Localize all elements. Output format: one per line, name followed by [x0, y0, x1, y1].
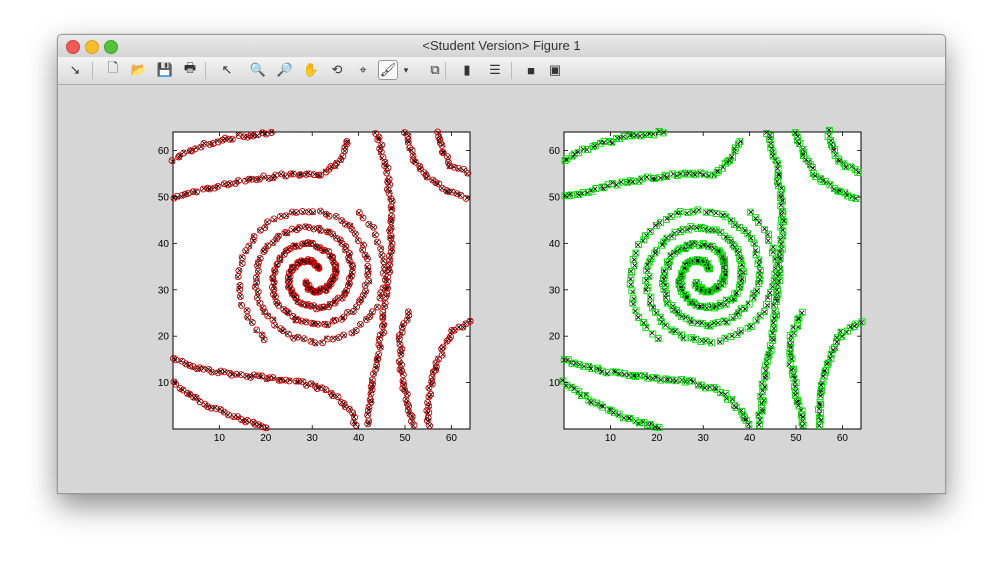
- y-tick-label: 30: [549, 285, 561, 296]
- brush-icon[interactable]: 🖌: [378, 60, 398, 80]
- save-icon[interactable]: 💾: [156, 61, 174, 79]
- minimize-window-icon[interactable]: [85, 40, 99, 54]
- y-tick-label: 60: [549, 146, 561, 157]
- toolbar-separator: [205, 62, 206, 79]
- x-tick-label: 10: [214, 433, 226, 444]
- axes-2: 10 20 30 40 50 60 10 20 30 40 50 60: [549, 126, 866, 444]
- zoom-in-icon[interactable]: 🔍: [249, 61, 267, 79]
- figure-toolbar: ↘ 🗋 📂 💾 🖶 ↖ 🔍 🔎 ✋ ⟲ ⌖ 🖌 ▾ ⧉ ▮ ☰ ■ ▣: [58, 57, 945, 85]
- x-tick-label: 50: [790, 433, 802, 444]
- x-tick-label: 60: [837, 433, 849, 444]
- x-tick-label: 60: [446, 433, 458, 444]
- new-figure-icon[interactable]: 🗋: [104, 60, 122, 79]
- y-tick-label: 10: [158, 378, 170, 389]
- y-tick-label: 50: [549, 192, 561, 203]
- toolbar-separator: [92, 62, 93, 79]
- brush-dropdown-icon[interactable]: ▾: [402, 61, 410, 79]
- zoom-window-icon[interactable]: [104, 40, 118, 54]
- close-window-icon[interactable]: [66, 40, 80, 54]
- x-tick-label: 10: [605, 433, 617, 444]
- x-tick-label: 30: [698, 433, 710, 444]
- x-tick-label: 20: [651, 433, 663, 444]
- y-tick-label: 40: [158, 239, 170, 250]
- pan-hand-icon[interactable]: ✋: [302, 61, 320, 79]
- dock-arrow-icon[interactable]: ↘: [66, 61, 84, 79]
- print-icon[interactable]: 🖶: [181, 60, 199, 79]
- y-tick-label: 40: [549, 239, 561, 250]
- figure-canvas: 10 20 30 40 50 60 10 20 30 40 50 60 10 20 30 40 50 60 10 20…: [58, 85, 945, 493]
- y-tick-label: 20: [158, 332, 170, 343]
- toolbar-separator: [445, 62, 446, 79]
- zoom-out-icon[interactable]: 🔎: [276, 61, 294, 79]
- x-tick-label: 20: [260, 433, 272, 444]
- open-file-icon[interactable]: 📂: [130, 61, 148, 79]
- y-tick-label: 60: [158, 146, 170, 157]
- link-plot-icon[interactable]: ⧉: [426, 61, 444, 79]
- x-tick-label: 30: [307, 433, 319, 444]
- hide-plot-tools-icon[interactable]: ■: [522, 61, 540, 79]
- window-title: <Student Version> Figure 1: [422, 38, 581, 53]
- colorbar-icon[interactable]: ▮: [458, 61, 476, 79]
- y-tick-label: 50: [158, 192, 170, 203]
- show-plot-tools-icon[interactable]: ▣: [546, 61, 564, 79]
- y-tick-label: 20: [549, 332, 561, 343]
- x-tick-label: 40: [353, 433, 365, 444]
- rotate-3d-icon[interactable]: ⟲: [328, 61, 346, 79]
- toolbar-separator: [511, 62, 512, 79]
- pointer-icon[interactable]: ↖: [218, 61, 236, 79]
- y-tick-label: 30: [158, 285, 170, 296]
- legend-icon[interactable]: ☰: [486, 61, 504, 79]
- plots-svg: 10 20 30 40 50 60 10 20 30 40 50 60 10 20 30 40 50 60 10 20…: [158, 126, 866, 444]
- x-marker: [826, 127, 832, 133]
- x-tick-label: 50: [399, 433, 411, 444]
- title-bar: <Student Version> Figure 1: [58, 35, 945, 57]
- figure-window: <Student Version> Figure 1 ↘ 🗋 📂 💾 🖶 ↖ 🔍 🔎 ✋ ⟲ ⌖ 🖌 ▾…: [57, 34, 946, 494]
- axes-1: 10 20 30 40 50 60 10 20 30 40 50 60: [158, 128, 474, 444]
- x-tick-label: 40: [744, 433, 756, 444]
- y-tick-label: 10: [549, 378, 561, 389]
- data-cursor-icon[interactable]: ⌖: [354, 61, 372, 79]
